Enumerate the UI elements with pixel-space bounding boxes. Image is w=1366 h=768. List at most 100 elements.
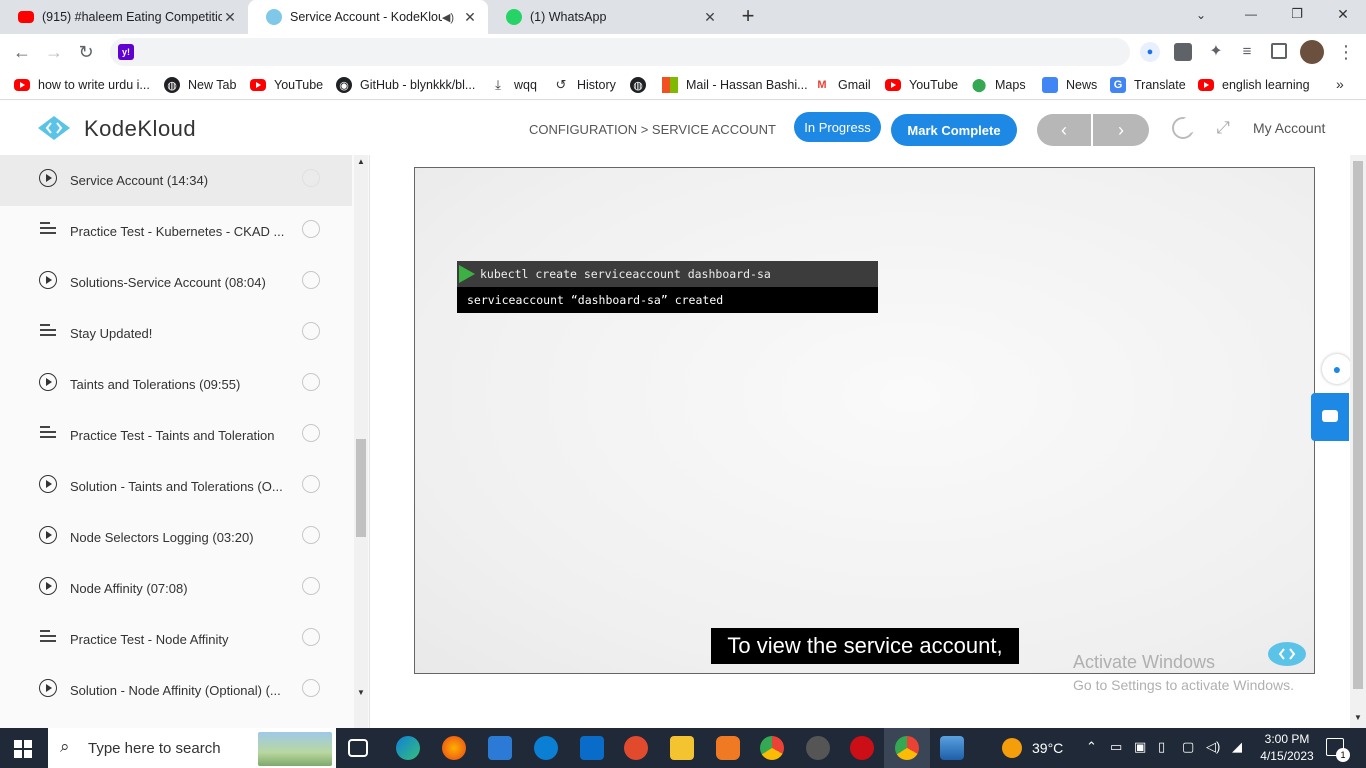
voice-input-icon[interactable]: ● [1322,354,1352,384]
weather-icon[interactable] [1002,738,1022,758]
tab-search-icon[interactable]: ⌄ [1196,8,1206,22]
lesson-item[interactable]: Node Affinity (07:08) [0,563,352,614]
skype-icon[interactable] [534,736,558,760]
clock-date[interactable]: 4/15/2023 [1256,749,1318,763]
lesson-item[interactable]: Taints and Tolerations (09:55) [0,359,352,410]
bookmark-item[interactable]: ◉ GitHub - blynkkk/bl... [336,76,475,94]
clock-time[interactable]: 3:00 PM [1258,732,1316,746]
side-panel-icon[interactable] [1271,43,1287,59]
task-view-icon[interactable] [348,739,368,757]
close-tab-icon[interactable]: ✕ [702,9,718,26]
settings-app-icon[interactable] [716,736,740,760]
bookmark-item[interactable]: News [1042,76,1097,94]
forward-button[interactable]: → [42,40,66,64]
tab-youtube[interactable]: (915) #haleem Eating Competitio ✕ [0,0,248,34]
bookmark-item[interactable]: ⬤ Maps [971,76,1026,94]
previous-lesson-button[interactable]: ‹ [1037,114,1091,146]
lesson-item[interactable]: Solution - Node Affinity (Optional) (... [0,665,352,716]
bookmark-item[interactable]: how to write urdu i... [14,76,150,94]
video-player[interactable]: kubectl create serviceaccount dashboard-… [414,167,1315,674]
obs-icon[interactable] [806,736,830,760]
completion-circle-icon[interactable] [302,475,320,493]
snail-app-icon[interactable] [624,736,648,760]
bookmark-item[interactable]: ◍ New Tab [164,76,236,94]
completion-circle-icon[interactable] [302,577,320,595]
completion-circle-icon[interactable] [302,220,320,238]
scroll-down-icon[interactable]: ▼ [1354,713,1362,722]
sidebar-scrollbar[interactable]: ▲ ▼ [354,155,368,728]
scrollbar-thumb[interactable] [356,439,366,537]
completion-circle-icon[interactable] [302,373,320,391]
display-icon[interactable]: ▣ [1134,739,1146,755]
scroll-down-icon[interactable]: ▼ [357,688,365,697]
more-bookmarks-icon[interactable]: » [1336,76,1344,92]
completion-circle-icon[interactable] [302,526,320,544]
lesson-item[interactable]: Stay Updated! [0,308,352,359]
speaker-icon[interactable]: ◀) [442,11,454,24]
close-tab-icon[interactable]: ✕ [222,9,238,26]
chrome-icon[interactable] [760,736,784,760]
windows-start-icon[interactable] [14,740,32,758]
page-scrollbar[interactable]: ▼ [1350,155,1366,728]
show-hidden-icons[interactable]: ⌃ [1086,739,1097,755]
lesson-item[interactable]: Practice Test - Kubernetes - CKAD ... [0,206,352,257]
in-progress-button[interactable]: In Progress [794,112,881,142]
mail-icon[interactable] [580,736,604,760]
completion-circle-icon[interactable] [302,628,320,646]
chat-widget-button[interactable] [1311,393,1349,441]
opera-icon[interactable] [850,736,874,760]
volume-icon[interactable]: ◁) [1206,739,1220,755]
next-lesson-button[interactable]: › [1093,114,1149,146]
lesson-item[interactable]: Practice Test - Taints and Toleration [0,410,352,461]
fullscreen-icon[interactable]: ⤢ [1212,117,1234,139]
reload-button[interactable]: ↻ [74,40,98,64]
download-icon[interactable] [1174,43,1192,61]
bookmark-item[interactable]: ⤓ wqq [490,76,537,94]
lesson-item[interactable]: Practice Test - Node Affinity [0,614,352,665]
my-account-link[interactable]: My Account [1253,120,1325,136]
lesson-item[interactable]: Solutions-Service Account (08:04) [0,257,352,308]
edge-icon[interactable] [396,736,420,760]
close-tab-icon[interactable]: ✕ [462,9,478,26]
bookmark-item[interactable]: Mail - Hassan Bashi... [662,76,808,94]
new-tab-button[interactable]: + [736,5,760,29]
completion-circle-icon[interactable] [302,679,320,697]
completion-circle-icon[interactable] [302,322,320,340]
menu-icon[interactable]: ⋮ [1336,40,1356,64]
bookmark-item[interactable]: ◍ [630,76,654,94]
minimize-button[interactable]: — [1242,7,1260,21]
device-icon[interactable]: ▯ [1158,739,1165,755]
wifi-icon[interactable]: ◢ [1232,739,1242,755]
bookmark-item[interactable]: ↺ History [553,76,616,94]
store-icon[interactable] [488,736,512,760]
bookmark-item[interactable]: G Translate [1110,76,1186,94]
lesson-item[interactable]: Node Selectors Logging (03:20) [0,512,352,563]
dark-mode-icon[interactable] [1172,117,1197,139]
weather-temperature[interactable]: 39°C [1032,740,1063,756]
photos-icon[interactable] [940,736,964,760]
media-queue-icon[interactable]: ≡ [1238,43,1256,61]
file-explorer-icon[interactable] [670,736,694,760]
address-bar[interactable]: y! [110,38,1130,66]
back-button[interactable]: ← [10,40,34,64]
bookmark-item[interactable]: YouTube [250,76,323,94]
tab-whatsapp[interactable]: (1) WhatsApp ✕ [488,0,728,34]
bookmark-item[interactable]: M Gmail [814,76,870,94]
extensions-icon[interactable]: ✦ [1207,43,1225,61]
completion-circle-icon[interactable] [302,271,320,289]
mark-complete-button[interactable]: Mark Complete [891,114,1017,146]
lesson-item[interactable]: Solution - Taints and Tolerations (O... [0,461,352,512]
kodekloud-logo-icon[interactable] [34,114,74,142]
completion-circle-icon[interactable] [302,169,320,187]
bookmark-item[interactable]: YouTube [885,76,958,94]
page-scrollbar-thumb[interactable] [1353,161,1363,689]
scroll-up-icon[interactable]: ▲ [357,157,365,166]
lesson-item[interactable]: Service Account (14:34) [0,155,352,206]
completion-circle-icon[interactable] [302,424,320,442]
bookmark-item[interactable]: english learning [1198,76,1310,94]
restore-button[interactable]: ❐ [1288,6,1306,22]
avatar[interactable] [1300,40,1324,64]
network-drive-icon[interactable]: ▭ [1110,739,1122,755]
firefox-icon[interactable] [442,736,466,760]
close-window-button[interactable]: ✕ [1334,6,1352,23]
